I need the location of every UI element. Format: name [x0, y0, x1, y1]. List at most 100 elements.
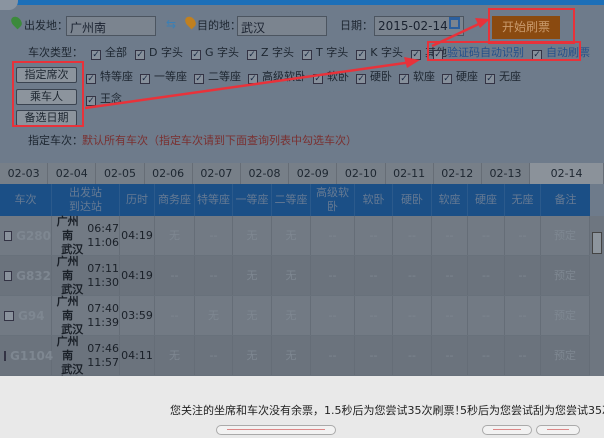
- header-seat: 一等座: [233, 184, 272, 216]
- seat-availability: 无: [272, 256, 311, 295]
- header-seat: 高级软卧: [311, 184, 355, 216]
- table-row[interactable]: G832 广州南 武汉 07:11 11:30 04:19 -- -- 无无 -- -- -- --…: [0, 255, 590, 296]
- seat-availability: --: [432, 296, 468, 335]
- seat-availability: 无: [272, 336, 311, 375]
- station-times: 广州南 武汉 06:47 11:06: [52, 215, 120, 256]
- duration: 04:11: [120, 336, 155, 375]
- checkbox-icon[interactable]: [4, 270, 13, 281]
- scrollbar-thumb[interactable]: [592, 232, 602, 254]
- header-seat: 软卧: [355, 184, 393, 216]
- seat-availability: --: [311, 256, 355, 295]
- table-row[interactable]: G94 广州南 武汉 07:40 11:39 03:59 -- 无无无 -- -- -- -- --…: [0, 295, 590, 336]
- book-button[interactable]: 预定: [541, 216, 590, 255]
- date-tab[interactable]: 02-14: [530, 163, 604, 184]
- seat-availability: 无: [272, 216, 311, 255]
- seat-availability: 无: [233, 216, 272, 255]
- checkbox-icon[interactable]: [4, 230, 13, 241]
- seat-availability: --: [355, 216, 393, 255]
- seat-availability: --: [355, 336, 393, 375]
- seat-availability: 无: [233, 296, 272, 335]
- seat-availability: --: [393, 336, 432, 375]
- progress-slider[interactable]: [216, 425, 336, 435]
- header-seat: 硬座: [468, 184, 505, 216]
- checkbox-icon[interactable]: [4, 310, 14, 321]
- duration: 04:19: [120, 216, 155, 255]
- seat-availability: --: [432, 256, 468, 295]
- seat-availability: 无: [272, 296, 311, 335]
- seat-availability: --: [311, 216, 355, 255]
- seat-availability: --: [505, 216, 541, 255]
- seat-availability: --: [355, 256, 393, 295]
- seat-availability: --: [505, 336, 541, 375]
- arrow-head: [475, 18, 490, 28]
- arrow-line: [84, 60, 413, 110]
- seat-availability: 无: [233, 336, 272, 375]
- train-code[interactable]: G280: [0, 216, 52, 255]
- train-code[interactable]: G94: [0, 296, 52, 335]
- date-tab[interactable]: 02-06: [145, 163, 193, 184]
- header-seat: 特等座: [195, 184, 233, 216]
- arrow-head: [404, 57, 420, 68]
- book-button[interactable]: 预定: [541, 256, 590, 295]
- seat-availability: --: [155, 256, 195, 295]
- seat-availability: --: [311, 296, 355, 335]
- date-tab[interactable]: 02-08: [241, 163, 290, 184]
- seat-availability: --: [468, 256, 505, 295]
- date-tab[interactable]: 02-07: [193, 163, 241, 184]
- seat-availability: --: [505, 296, 541, 335]
- seat-availability: --: [432, 336, 468, 375]
- seat-availability: 无: [195, 296, 233, 335]
- seat-availability: --: [468, 296, 505, 335]
- header-duration: 历时: [120, 184, 155, 216]
- seat-availability: --: [468, 216, 505, 255]
- seat-availability: --: [195, 336, 233, 375]
- header-seat: 软座: [432, 184, 468, 216]
- header-stations: 出发站 到达站: [52, 184, 120, 216]
- station-times: 广州南 武汉 07:46 11:57: [52, 335, 120, 376]
- progress-slider[interactable]: [536, 425, 580, 435]
- notice-text: 您关注的坐席和车次没有余票，1.5秒后为您尝试35次刷票！: [170, 404, 466, 417]
- seat-availability: --: [195, 216, 233, 255]
- seat-availability: --: [155, 296, 195, 335]
- header-seat: 二等座: [272, 184, 311, 216]
- station-times: 广州南 武汉 07:11 11:30: [52, 255, 120, 296]
- train-code[interactable]: G1104: [0, 336, 53, 375]
- book-button[interactable]: 预定: [541, 336, 590, 375]
- seat-availability: --: [311, 336, 355, 375]
- date-tab[interactable]: 02-05: [96, 163, 145, 184]
- checkbox-icon[interactable]: [4, 350, 6, 361]
- table-row[interactable]: G280 广州南 武汉 06:47 11:06 04:19 无 -- 无无 -- -- -- -- -…: [0, 215, 590, 256]
- seat-availability: 无: [155, 216, 195, 255]
- annotation-arrows: [84, 18, 490, 110]
- date-tab[interactable]: 02-13: [482, 163, 531, 184]
- date-tab[interactable]: 02-10: [337, 163, 386, 184]
- date-tab[interactable]: 02-03: [0, 163, 49, 184]
- seat-availability: --: [355, 296, 393, 335]
- train-code[interactable]: G832: [0, 256, 52, 295]
- table-header: 车次 出发站 到达站 历时 商务座 特等座 一等座 二等座 高级软卧 软卧 硬卧 软座 硬座 无座 …: [0, 184, 590, 216]
- duration: 04:19: [120, 256, 155, 295]
- seat-availability: 无: [155, 336, 195, 375]
- book-button[interactable]: 预定: [541, 296, 590, 335]
- seat-availability: --: [468, 336, 505, 375]
- table-row[interactable]: G1104 广州南 武汉 07:46 11:57 04:11 无 -- 无无 -- -- -- --…: [0, 335, 590, 376]
- seat-availability: --: [505, 256, 541, 295]
- date-tab[interactable]: 02-11: [386, 163, 434, 184]
- header-note: 备注: [554, 193, 577, 206]
- seat-availability: --: [432, 216, 468, 255]
- header-seat: 硬卧: [393, 184, 432, 216]
- seat-availability: --: [195, 256, 233, 295]
- notice-text: 5秒后为您尝试刮为您尝试35次刷: [460, 404, 604, 417]
- header-seat: 无座: [505, 184, 541, 216]
- station-times: 广州南 武汉 07:40 11:39: [52, 295, 120, 336]
- progress-slider[interactable]: [482, 425, 532, 435]
- seat-availability: --: [393, 256, 432, 295]
- date-tabs: 02-03 02-04 02-05 02-06 02-07 02-08 02-09 02-10…: [0, 163, 604, 184]
- date-tab[interactable]: 02-12: [434, 163, 482, 184]
- date-tab[interactable]: 02-04: [48, 163, 97, 184]
- date-tab[interactable]: 02-09: [289, 163, 338, 184]
- duration: 03:59: [120, 296, 155, 335]
- seat-availability: --: [393, 296, 432, 335]
- header-train: 车次: [0, 184, 52, 216]
- seat-availability: --: [393, 216, 432, 255]
